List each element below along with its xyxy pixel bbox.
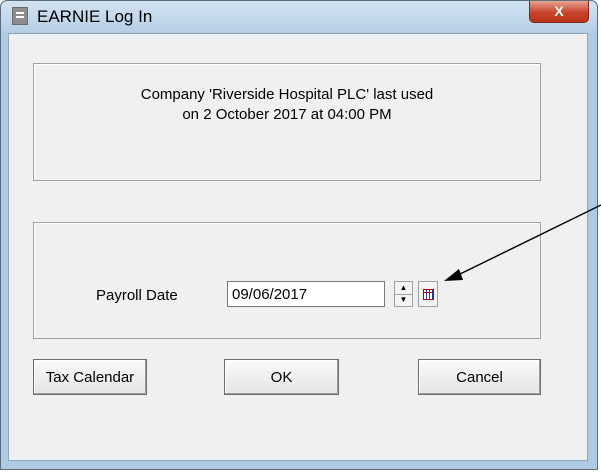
last-used-info-panel: Company 'Riverside Hospital PLC' last us… bbox=[33, 63, 541, 181]
payroll-date-label: Payroll Date bbox=[96, 287, 178, 304]
app-icon bbox=[12, 7, 28, 25]
calendar-picker-button[interactable] bbox=[418, 281, 438, 307]
date-spinner[interactable]: ▲ ▼ bbox=[394, 281, 413, 307]
ok-button[interactable]: OK bbox=[224, 359, 339, 395]
window-title: EARNIE Log In bbox=[37, 7, 153, 26]
title-bar[interactable]: EARNIE Log In X bbox=[1, 1, 597, 32]
tax-calendar-button[interactable]: Tax Calendar bbox=[33, 359, 147, 395]
close-icon: X bbox=[554, 3, 564, 19]
last-used-company-text: Company 'Riverside Hospital PLC' last us… bbox=[140, 86, 434, 103]
payroll-date-input[interactable] bbox=[227, 281, 385, 307]
close-button[interactable]: X bbox=[529, 1, 589, 23]
spin-down-arrow-icon[interactable]: ▼ bbox=[395, 294, 412, 306]
calendar-icon bbox=[423, 289, 434, 300]
cancel-button[interactable]: Cancel bbox=[418, 359, 541, 395]
last-used-date-text: on 2 October 2017 at 04:00 PM bbox=[182, 106, 392, 123]
